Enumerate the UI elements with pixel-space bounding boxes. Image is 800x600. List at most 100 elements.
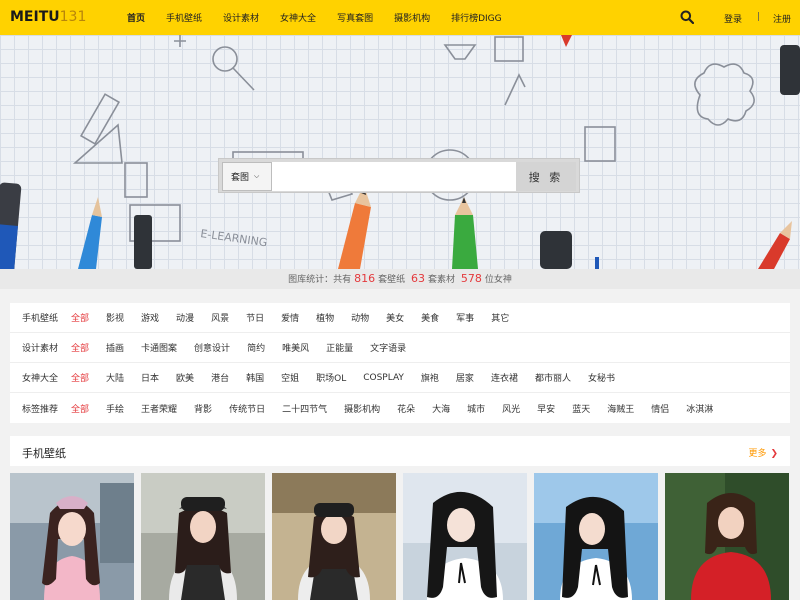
filter-tag[interactable]: 正能量 [326, 341, 353, 354]
filter-tag[interactable]: 创意设计 [194, 341, 230, 354]
filter-tag[interactable]: 城市 [467, 402, 485, 415]
filter-tag[interactable]: 王者荣耀 [141, 402, 177, 415]
filter-tag[interactable]: 女秘书 [588, 371, 615, 384]
filter-tag[interactable]: 日本 [141, 371, 159, 384]
search-button[interactable]: 搜 索 [516, 162, 576, 191]
filter-tag[interactable]: 连衣裙 [491, 371, 518, 384]
main-nav: 首页 手机壁纸 设计素材 女神大全 写真套图 摄影机构 排行榜DIGG [127, 0, 523, 35]
section-title: 手机壁纸 [22, 447, 66, 460]
filter-tag[interactable]: 二十四节气 [282, 402, 327, 415]
filter-tag[interactable]: 海贼王 [607, 402, 634, 415]
filter-tag[interactable]: 动漫 [176, 311, 194, 324]
filter-tag[interactable]: 其它 [491, 311, 509, 324]
nav-home[interactable]: 首页 [127, 11, 145, 24]
chevron-down-icon: ⌵ [254, 172, 260, 180]
logo-number: 131 [59, 9, 87, 25]
wallpaper-thumbnail[interactable] [272, 473, 396, 600]
filter-tag[interactable]: 植物 [316, 311, 334, 324]
filter-tag[interactable]: COSPLAY [363, 373, 404, 383]
nav-phone-wallpaper[interactable]: 手机壁纸 [166, 11, 202, 24]
filter-tag[interactable]: 传统节日 [229, 402, 265, 415]
filter-tag[interactable]: 全部 [71, 371, 89, 384]
banner-text: E-LEARNING [200, 227, 269, 249]
nav-goddess[interactable]: 女神大全 [280, 11, 316, 24]
banner-illustration: E-LEARNING [0, 35, 800, 269]
filter-tag[interactable]: 节日 [246, 311, 264, 324]
filter-row-design: 设计素材 全部 插画 卡通图案 创意设计 简约 唯美风 正能量 文字语录 [10, 333, 790, 363]
filter-tag[interactable]: 欧美 [176, 371, 194, 384]
stats-prefix: 图库统计：共有 [288, 275, 352, 285]
stats-wallpaper-unit: 套壁纸 [378, 275, 406, 285]
filter-tag[interactable]: 全部 [71, 311, 89, 324]
filter-tag[interactable]: 军事 [456, 311, 474, 324]
filter-tag[interactable]: 简约 [247, 341, 265, 354]
filter-tag[interactable]: 职场OL [316, 371, 346, 384]
hero-banner: E-LEARNING 套图 ⌵ 搜 索 [0, 35, 800, 269]
filter-category-label: 标签推荐 [22, 404, 59, 415]
nav-studios[interactable]: 摄影机构 [394, 11, 430, 24]
filter-tag[interactable]: 空姐 [281, 371, 299, 384]
wallpaper-gallery [10, 473, 800, 600]
search-type-select[interactable]: 套图 ⌵ [222, 162, 272, 191]
wallpaper-thumbnail[interactable] [141, 473, 265, 600]
filter-tag[interactable]: 手绘 [106, 402, 124, 415]
filter-tag[interactable]: 影视 [106, 311, 124, 324]
filter-tag[interactable]: 美女 [386, 311, 404, 324]
login-link[interactable]: 登录 [724, 12, 742, 25]
search-bar: 套图 ⌵ 搜 索 [218, 158, 580, 193]
filter-row-wallpaper: 手机壁纸 全部 影视 游戏 动漫 风景 节日 爱情 植物 动物 美女 美食 军事… [10, 303, 790, 333]
filter-tag[interactable]: 动物 [351, 311, 369, 324]
filter-tag[interactable]: 韩国 [246, 371, 264, 384]
filter-tag[interactable]: 卡通图案 [141, 341, 177, 354]
search-icon[interactable] [680, 10, 694, 24]
filter-tag[interactable]: 花朵 [397, 402, 415, 415]
wallpaper-thumbnail[interactable] [665, 473, 789, 600]
filter-tag[interactable]: 唯美风 [282, 341, 309, 354]
filter-tag[interactable]: 大陆 [106, 371, 124, 384]
filter-tag[interactable]: 冰淇淋 [686, 402, 713, 415]
register-link[interactable]: 注册 [773, 12, 791, 25]
filter-tag[interactable]: 居家 [456, 371, 474, 384]
stats-material-unit: 套素材 [428, 275, 456, 285]
stats-wallpaper-count: 816 [354, 272, 376, 285]
logo-text: MEITU [10, 9, 60, 25]
filter-category-label: 设计素材 [22, 344, 59, 354]
filter-tag[interactable]: 早安 [537, 402, 555, 415]
wallpaper-thumbnail[interactable] [403, 473, 527, 600]
filter-tag[interactable]: 全部 [71, 402, 89, 415]
filter-tag[interactable]: 蓝天 [572, 402, 590, 415]
filter-tag[interactable]: 摄影机构 [344, 402, 380, 415]
nav-design-material[interactable]: 设计素材 [223, 11, 259, 24]
filter-tag[interactable]: 风光 [502, 402, 520, 415]
filter-tag[interactable]: 插画 [106, 341, 124, 354]
search-type-value: 套图 [231, 173, 250, 183]
more-link[interactable]: 更多 ❯ [748, 446, 778, 459]
stats-material-count: 63 [411, 272, 425, 285]
filter-tag[interactable]: 爱情 [281, 311, 299, 324]
filter-tag[interactable]: 美食 [421, 311, 439, 324]
filter-row-tags: 标签推荐 全部 手绘 王者荣耀 背影 传统节日 二十四节气 摄影机构 花朵 大海… [10, 393, 790, 423]
filter-tag[interactable]: 风景 [211, 311, 229, 324]
filter-tag[interactable]: 旗袍 [421, 371, 439, 384]
filter-tag[interactable]: 大海 [432, 402, 450, 415]
filter-category-label: 手机壁纸 [22, 314, 59, 324]
more-label: 更多 [748, 449, 767, 459]
wallpaper-thumbnail[interactable] [534, 473, 658, 600]
filter-tag[interactable]: 情侣 [651, 402, 669, 415]
site-logo[interactable]: MEITU131 [10, 9, 86, 25]
filter-tag[interactable]: 游戏 [141, 311, 159, 324]
filter-tag[interactable]: 全部 [71, 341, 89, 354]
filter-tag[interactable]: 文字语录 [370, 341, 406, 354]
nav-photo-sets[interactable]: 写真套图 [337, 11, 373, 24]
filter-panel: 手机壁纸 全部 影视 游戏 动漫 风景 节日 爱情 植物 动物 美女 美食 军事… [10, 303, 790, 423]
top-header: MEITU131 首页 手机壁纸 设计素材 女神大全 写真套图 摄影机构 排行榜… [0, 0, 800, 35]
filter-tag[interactable]: 港台 [211, 371, 229, 384]
search-input[interactable] [272, 162, 516, 191]
nav-ranking[interactable]: 排行榜DIGG [451, 11, 502, 24]
filter-tag[interactable]: 背影 [194, 402, 212, 415]
wallpaper-thumbnail[interactable] [10, 473, 134, 600]
marker-left [0, 182, 22, 269]
stats-goddess-unit: 位女神 [484, 275, 512, 285]
chevron-right-icon: ❯ [770, 449, 778, 459]
filter-tag[interactable]: 都市丽人 [535, 371, 571, 384]
